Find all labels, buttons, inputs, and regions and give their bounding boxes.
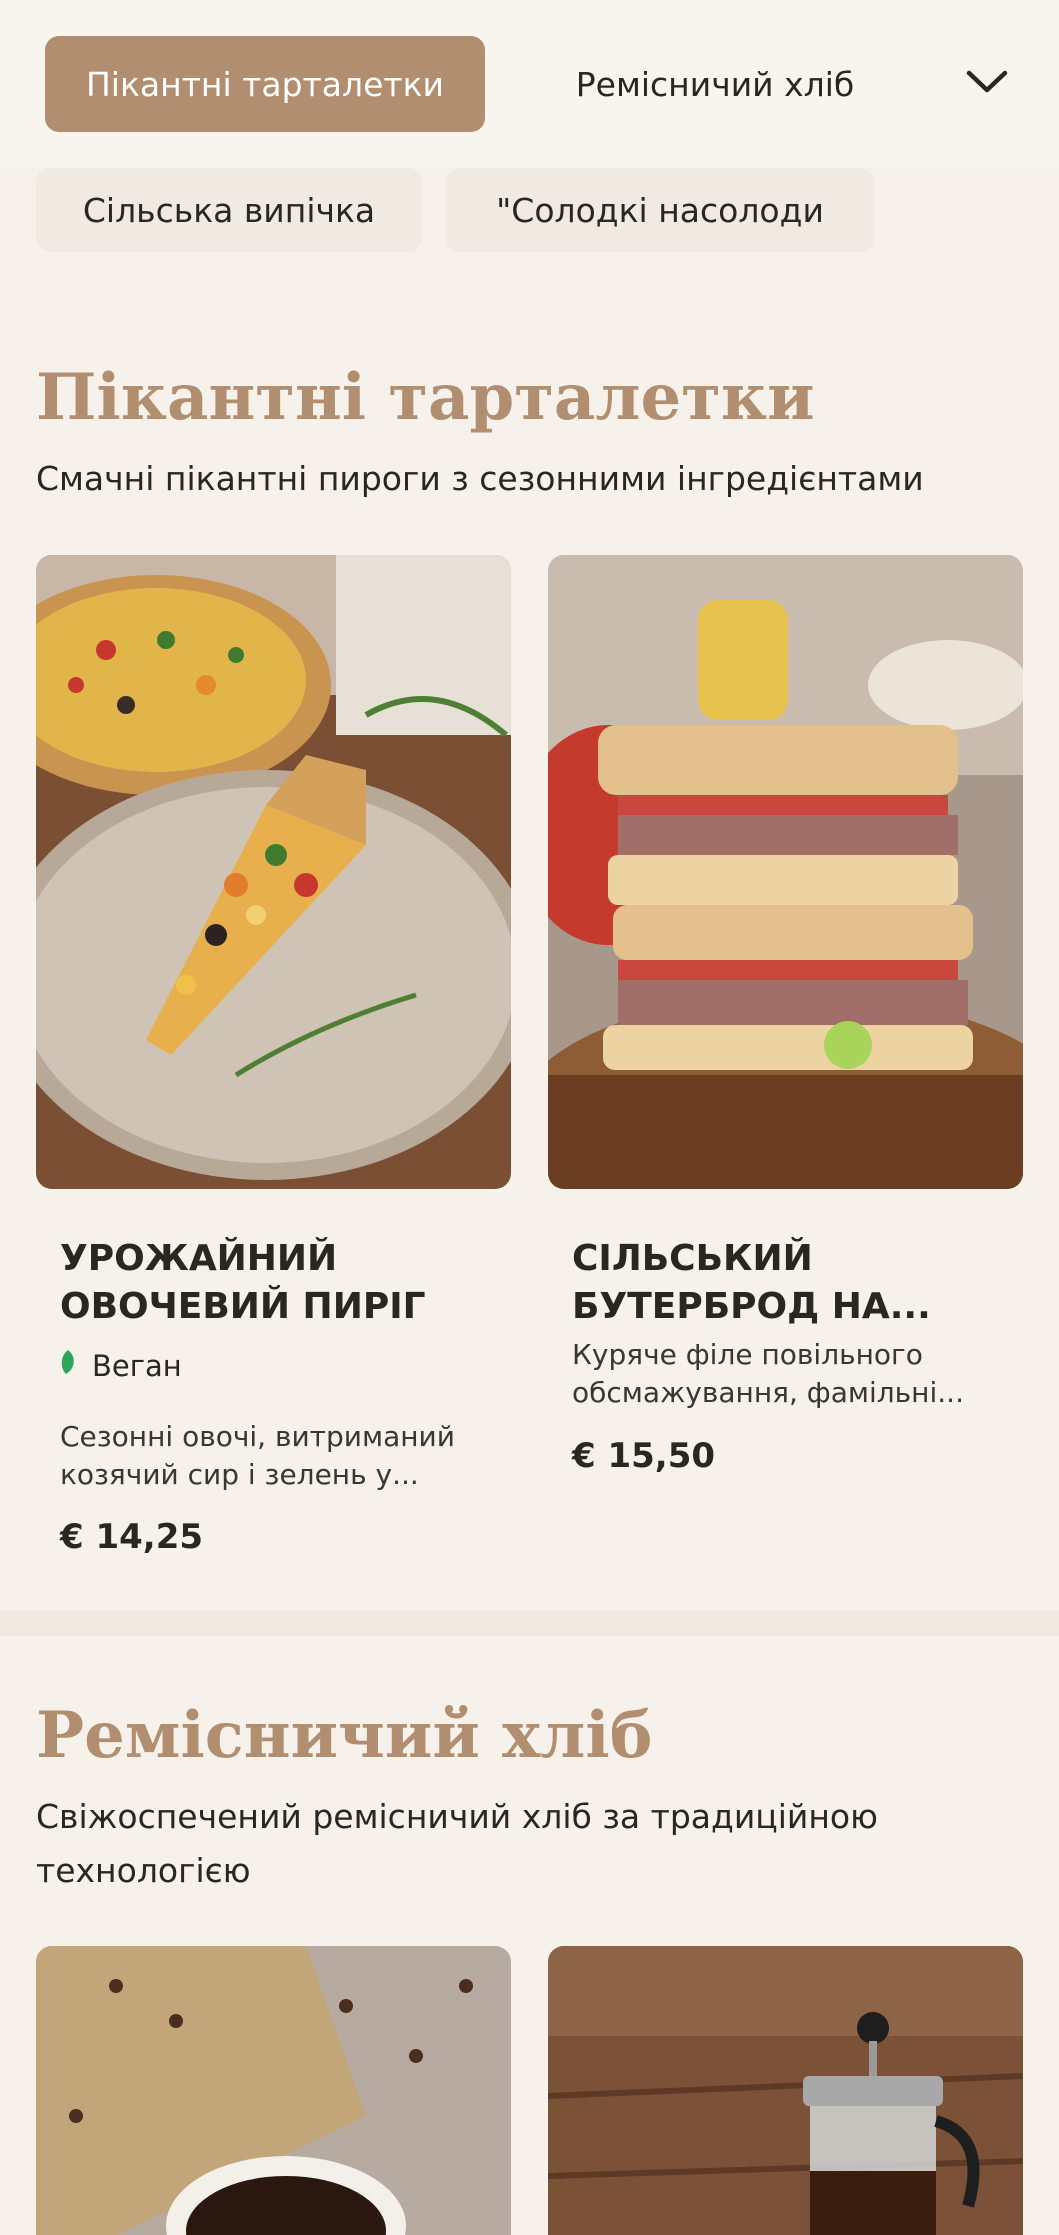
section-divider: [0, 1610, 1059, 1636]
product-title-vegetable-pie[interactable]: УРОЖАЙНИЙ ОВОЧЕВИЙ ПИРІГ: [60, 1235, 480, 1331]
vegan-tag: Веган: [58, 1348, 182, 1383]
product-title-rustic-sandwich[interactable]: СІЛЬСЬКИЙ БУТЕРБРОД НА...: [572, 1235, 992, 1331]
chevron-down-icon[interactable]: [955, 50, 1019, 114]
product-image-vegetable-pie[interactable]: [36, 555, 511, 1189]
section-title-savory-tarts: Пікантні тарталетки: [36, 360, 815, 435]
product-description-rustic-sandwich: Куряче філе повільного обсмажування, фам…: [572, 1338, 964, 1409]
product-price-rustic-sandwich: € 15,50: [572, 1436, 716, 1476]
category-chip-sweet-treats[interactable]: "Солодкі насолоди: [446, 168, 874, 252]
vegan-tag-label: Веган: [92, 1348, 182, 1383]
category-chip-artisan-bread[interactable]: Ремісничий хліб: [510, 36, 920, 132]
category-chip-savory-tarts[interactable]: Пікантні тарталетки: [45, 36, 485, 132]
section-description-savory-tarts: Смачні пікантні пироги з сезонними інгре…: [36, 459, 924, 498]
category-nav: Пікантні тарталетки Ремісничий хліб: [0, 0, 1059, 168]
product-image-coffee-cup[interactable]: [36, 1946, 511, 2235]
product-description-vegetable-pie: Сезонні овочі, витриманий козячий сир і …: [60, 1420, 455, 1491]
product-image-rustic-sandwich[interactable]: [548, 555, 1023, 1189]
section-title-artisan-bread: Ремісничий хліб: [36, 1698, 653, 1773]
product-price-vegetable-pie: € 14,25: [60, 1517, 204, 1557]
section-description-artisan-bread: Свіжоспечений ремісничий хліб за традиці…: [36, 1797, 878, 1890]
category-chip-rustic-pastry[interactable]: Сільська випічка: [36, 168, 422, 252]
product-image-french-press[interactable]: [548, 1946, 1023, 2235]
leaf-icon: [58, 1348, 78, 1383]
